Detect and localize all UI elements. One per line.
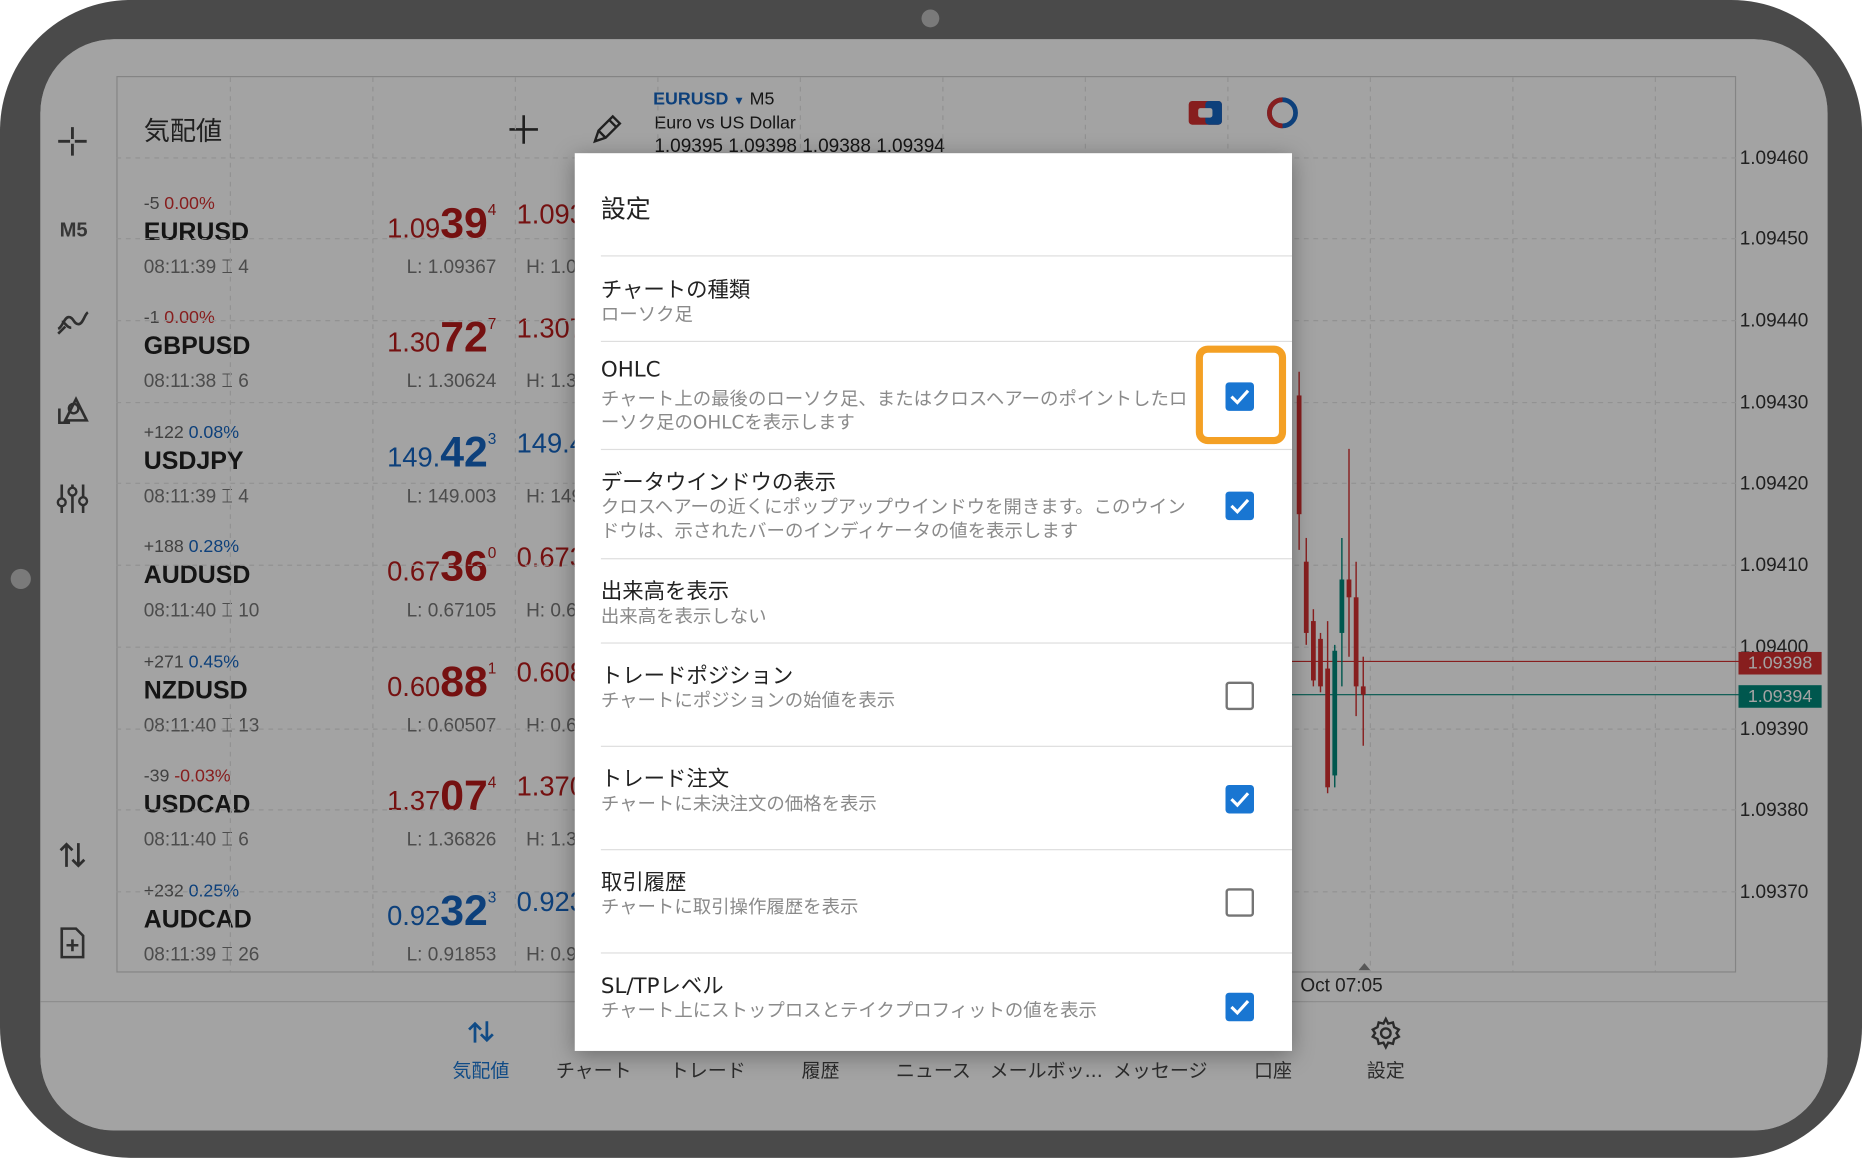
ohlc-highlight-box: [1195, 345, 1287, 445]
item-divider: [600, 642, 1292, 644]
checkbox-unchecked[interactable]: [1225, 681, 1254, 711]
setting-description: 出来高を表示しない: [600, 605, 767, 627]
setting-item[interactable]: OHLC チャート上の最後のローソク足、またはクロスヘアーのポイントしたローソク足…: [601, 357, 1292, 440]
item-divider: [600, 558, 1292, 560]
setting-label: OHLC: [600, 357, 661, 383]
checkbox-checked[interactable]: [1225, 784, 1254, 814]
setting-item[interactable]: SL/TPレベル チャート上にストップロスとテイクプロフィットの値を表示: [601, 969, 1292, 1028]
screen: M5 気配値 -5 0.00% EURUSD 08:11:39 ⌶ 4 1.09394 1…: [40, 39, 1828, 1131]
checkbox-unchecked[interactable]: [1225, 888, 1254, 917]
setting-label: チャートの種類: [600, 277, 751, 303]
checkbox-checked[interactable]: [1225, 992, 1254, 1022]
setting-item[interactable]: 出来高を表示 出来高を表示しない: [601, 575, 1292, 634]
check-icon: [1230, 1000, 1250, 1016]
setting-description: チャート上の最後のローソク足、またはクロスヘアーのポイントしたローソク足のOHL…: [600, 388, 1188, 434]
setting-item[interactable]: トレードポジション チャートにポジションの始値を表示: [601, 659, 1292, 718]
item-divider: [600, 448, 1292, 451]
setting-label: トレードポジション: [600, 663, 794, 689]
dialog-title: 設定: [600, 194, 651, 224]
setting-label: トレード注文: [600, 767, 730, 793]
setting-item[interactable]: トレード注文 チャートに未決注文の価格を表示: [601, 762, 1292, 821]
setting-label: データウインドウの表示: [600, 470, 836, 496]
setting-label: 取引履歴: [600, 870, 687, 896]
setting-description: ローソク足: [600, 304, 693, 326]
check-icon: [1230, 498, 1250, 515]
setting-label: SL/TPレベル: [600, 973, 724, 999]
setting-description: チャートにポジションの始値を表示: [600, 689, 896, 712]
camera: [921, 9, 940, 28]
item-divider: [600, 255, 1292, 257]
setting-item[interactable]: 取引履歴 チャートに取引操作履歴を表示: [601, 866, 1292, 925]
setting-description: チャートに取引操作履歴を表示: [600, 896, 859, 918]
setting-description: チャート上にストップロスとテイクプロフィットの値を表示: [600, 999, 1097, 1022]
side-sensor: [10, 568, 31, 589]
setting-item[interactable]: チャートの種類 ローソク足: [601, 273, 1292, 332]
checkbox-checked[interactable]: [1225, 491, 1254, 521]
item-divider: [600, 849, 1292, 851]
setting-description: チャートに未決注文の価格を表示: [600, 793, 877, 815]
setting-item[interactable]: データウインドウの表示 クロスヘアーの近くにポップアップウインドウを開きます。この…: [601, 466, 1292, 549]
setting-label: 出来高を表示: [600, 579, 730, 605]
check-icon: [1230, 792, 1250, 808]
setting-description: クロスヘアーの近くにポップアップウインドウを開きます。このウインドウは、示された…: [600, 496, 1186, 542]
item-divider: [600, 340, 1292, 342]
item-divider: [600, 745, 1292, 747]
item-divider: [600, 952, 1292, 954]
settings-dialog: 設定 チャートの種類 ローソク足 OHLC チャート上の最後のローソク足、またはクロス…: [574, 153, 1292, 1051]
